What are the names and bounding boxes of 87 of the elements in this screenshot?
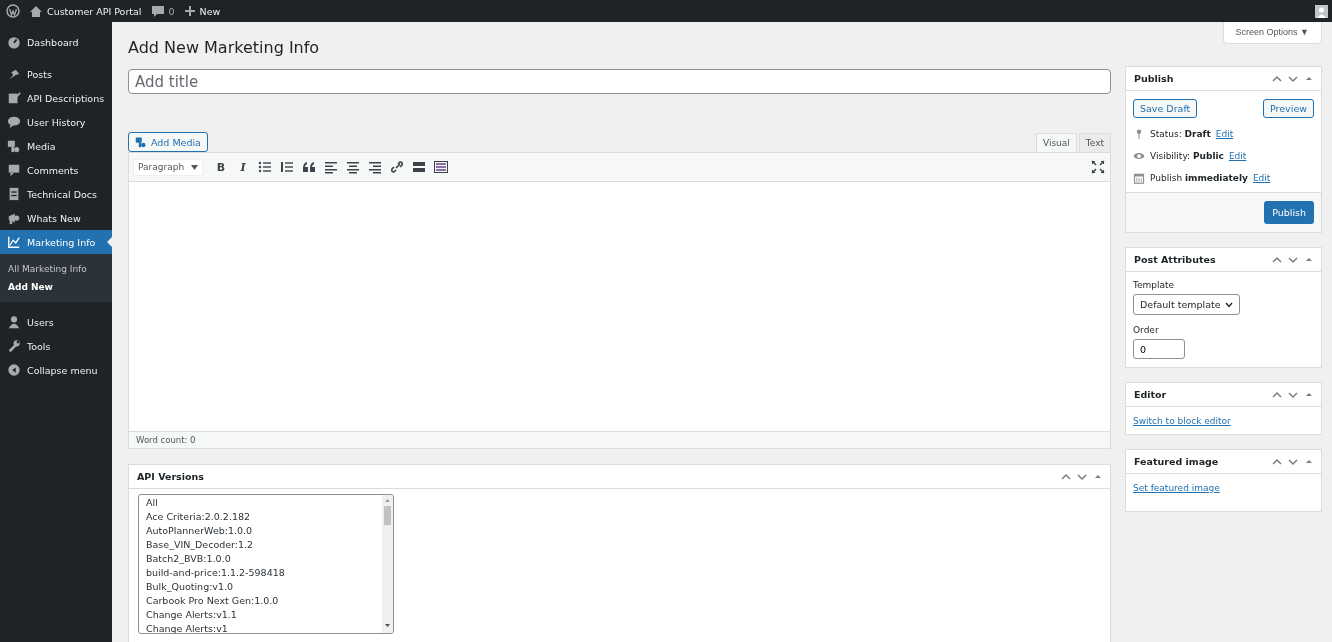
comment-icon [151,5,164,17]
submenu-item[interactable]: All Marketing Info [0,260,112,278]
menu-item[interactable]: Technical Docs [0,182,112,206]
list-option[interactable]: Change Alerts:v1.1 [146,608,375,622]
menu-item[interactable]: Dashboard [0,30,112,54]
align-center-icon[interactable] [345,159,361,175]
list-option[interactable]: Ace Criteria:2.0.2.182 [146,510,375,524]
publish-setting: Status: Draft [1150,129,1211,139]
document-icon [7,187,21,201]
media-icon [135,136,147,148]
list-option[interactable]: AutoPlannerWeb:1.0.0 [146,524,375,538]
bulleted-list-icon[interactable] [257,159,273,175]
calendar-icon [1133,172,1145,184]
media-icon [7,139,21,153]
editor-tab[interactable]: Text [1078,133,1111,152]
editor-tab[interactable]: Visual [1035,133,1077,152]
publish-setting: Publish immediately [1150,173,1248,183]
numbered-list-icon[interactable] [279,159,295,175]
fullscreen-icon[interactable] [1090,159,1106,175]
list-option[interactable]: Batch2_BVB:1.0.0 [146,552,375,566]
edit-link[interactable]: Edit [1215,129,1234,139]
menu-item[interactable]: User History [0,110,112,134]
title-field[interactable]: Add title [128,69,1111,94]
publish-button[interactable]: Publish [1264,201,1314,224]
gauge-icon [7,35,21,49]
chevron-down-icon [1224,301,1233,308]
comment-icon [7,163,21,177]
menu-item[interactable]: Tools [0,334,112,358]
menu-item[interactable]: Media [0,134,112,158]
edit-link[interactable]: Edit [1252,173,1271,183]
speech-bubble-icon [7,115,21,129]
new-link[interactable]: New [199,5,221,17]
list-option[interactable]: build-and-price:1.1.2-598418 [146,566,375,580]
list-option[interactable]: Base_VIN_Decoder:1.2 [146,538,375,552]
submenu-item[interactable]: Add New [0,278,112,296]
template-select[interactable]: Default template [1133,294,1240,315]
featured-image-link[interactable]: Set featured image [1133,483,1220,493]
user-icon [7,315,21,329]
chart-icon [7,235,21,249]
screen-options-button[interactable]: Screen Options ▼ [1222,22,1322,44]
template-label: Template [1133,280,1176,290]
plus-icon [184,6,195,16]
box-title: Publish [1134,73,1175,84]
site-name-link[interactable]: Customer API Portal [47,5,142,17]
align-left-icon[interactable] [323,159,339,175]
list-option[interactable]: Carbook Pro Next Gen:1.0.0 [146,594,375,608]
eye-icon [1133,150,1145,162]
preview-button[interactable]: Preview [1263,99,1314,118]
comment-count[interactable]: 0 [168,5,175,17]
box-title: Editor [1134,389,1168,400]
switch-editor-link[interactable]: Switch to block editor [1133,416,1231,426]
link-icon[interactable] [389,159,405,175]
home-icon [30,5,42,17]
box-title: Post Attributes [1134,254,1217,265]
menu-item[interactable]: Comments [0,158,112,182]
wordpress-logo-icon[interactable] [6,4,20,18]
format-select[interactable]: Paragraph [133,158,203,176]
menu-item[interactable]: Users [0,310,112,334]
page-title: Add New Marketing Info [128,38,321,57]
caret-icon [191,164,198,170]
scrollbar-drawing[interactable] [382,495,393,633]
add-media-button[interactable]: Add Media [128,132,208,152]
collapse-icon [7,363,21,377]
quote-icon[interactable] [301,159,317,175]
italic-button[interactable]: I [235,160,251,174]
publish-setting: Visibility: Public [1150,151,1224,161]
menu-item[interactable]: Marketing Info [0,230,112,254]
wrench-icon [7,339,21,353]
order-field[interactable]: 0 [1133,339,1185,359]
box-title: Featured image [1134,456,1220,467]
edit-icon [7,91,21,105]
edit-link[interactable]: Edit [1228,151,1247,161]
list-option[interactable]: All [146,496,375,510]
list-option[interactable]: Bulk_Quoting:v1.0 [146,580,375,594]
toolbar-toggle-icon[interactable] [433,159,449,175]
bold-button[interactable]: B [213,160,229,174]
order-label: Order [1133,325,1160,335]
word-count: Word count: 0 [136,435,196,445]
menu-item[interactable]: API Descriptions [0,86,112,110]
avatar-icon[interactable] [1315,4,1328,18]
menu-item[interactable]: Collapse menu [0,358,112,382]
menu-item[interactable]: Whats New [0,206,112,230]
save-draft-button[interactable]: Save Draft [1133,99,1198,118]
align-right-icon[interactable] [367,159,383,175]
menu-item[interactable]: Posts [0,62,112,86]
box-title: API Versions [137,471,205,482]
pushpin-icon [7,67,21,81]
